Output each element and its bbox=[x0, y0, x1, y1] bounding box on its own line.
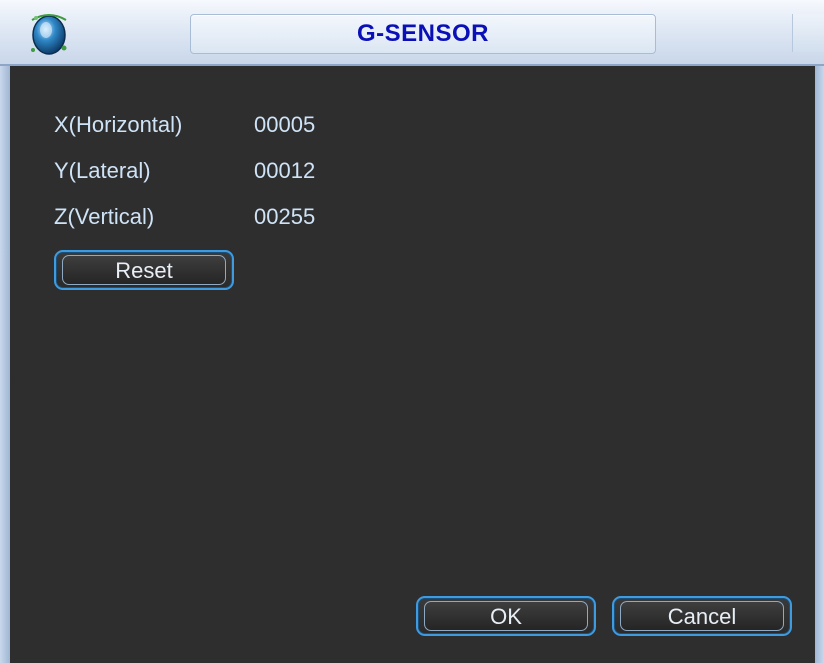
globe-icon bbox=[31, 14, 67, 55]
title-box: G-SENSOR bbox=[190, 14, 656, 54]
reset-button-label: Reset bbox=[115, 258, 173, 283]
g-sensor-window: G-SENSOR X(Horizontal) 00005 Y(Lateral) … bbox=[0, 0, 824, 663]
x-horizontal-label: X(Horizontal) bbox=[54, 112, 183, 137]
title-bar: G-SENSOR bbox=[0, 0, 824, 66]
y-lateral-value: 00012 bbox=[254, 158, 316, 183]
cancel-button[interactable]: Cancel bbox=[612, 596, 792, 636]
ok-button[interactable]: OK bbox=[416, 596, 596, 636]
cancel-button-label: Cancel bbox=[667, 604, 737, 629]
sensor-row-z: Z(Vertical) 00255 bbox=[0, 200, 400, 234]
reset-button[interactable]: Reset bbox=[54, 250, 234, 290]
x-horizontal-value: 00005 bbox=[254, 112, 316, 137]
z-vertical-label: Z(Vertical) bbox=[54, 204, 155, 229]
right-border bbox=[815, 66, 824, 663]
window-title: G-SENSOR bbox=[356, 20, 489, 47]
ok-button-label: OK bbox=[490, 604, 522, 629]
y-lateral-label: Y(Lateral) bbox=[54, 158, 151, 183]
title-bar-right-cap bbox=[792, 14, 824, 52]
sensor-row-y: Y(Lateral) 00012 bbox=[0, 154, 400, 188]
z-vertical-value: 00255 bbox=[254, 204, 316, 229]
sensor-row-x: X(Horizontal) 00005 bbox=[0, 108, 400, 142]
